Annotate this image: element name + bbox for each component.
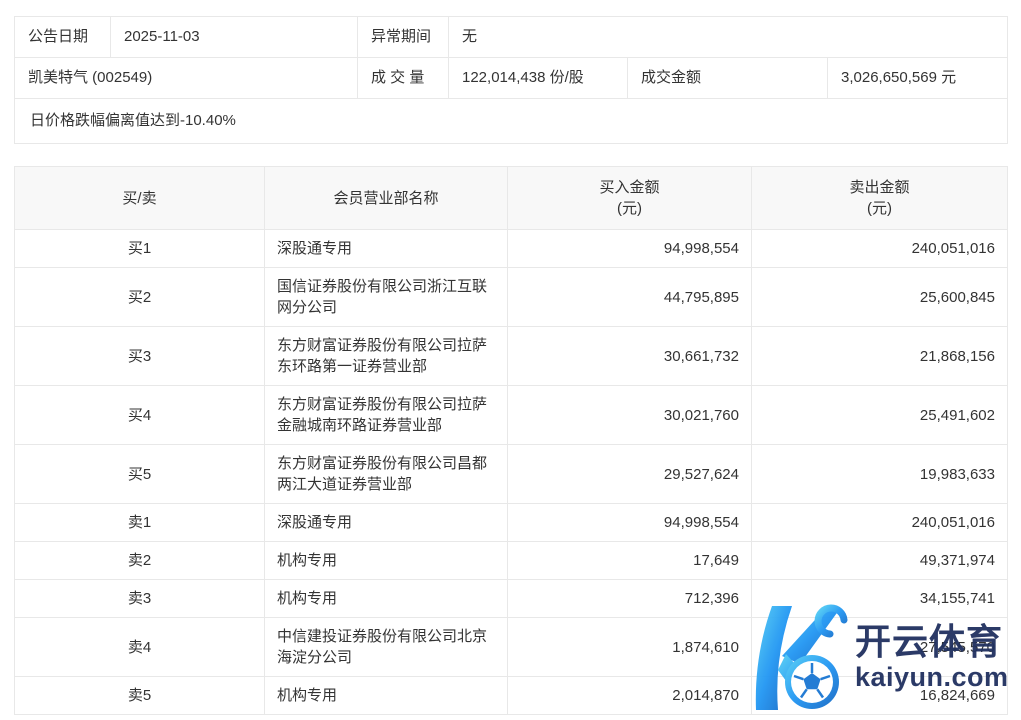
- branch-name: 国信证券股份有限公司浙江互联网分公司: [265, 268, 508, 327]
- buy-amount: 94,998,554: [508, 504, 752, 542]
- announce-date-label: 公告日期: [15, 17, 111, 58]
- header-side: 买/卖: [15, 167, 265, 230]
- table-row: 买2 国信证券股份有限公司浙江互联网分公司 44,795,895 25,600,…: [15, 268, 1008, 327]
- sell-amount: 27,545,570: [752, 618, 1008, 677]
- volume-value: 122,014,438 份/股: [449, 58, 628, 99]
- page-content: 公告日期 2025-11-03 异常期间 无 凯美特气 (002549) 成 交…: [0, 0, 1021, 715]
- sell-amount: 240,051,016: [752, 230, 1008, 268]
- sell-amount: 19,983,633: [752, 445, 1008, 504]
- branch-name: 深股通专用: [265, 230, 508, 268]
- branch-name: 东方财富证券股份有限公司拉萨东环路第一证券营业部: [265, 327, 508, 386]
- summary-table: 公告日期 2025-11-03 异常期间 无 凯美特气 (002549) 成 交…: [14, 16, 1008, 144]
- abnormal-period-value: 无: [449, 17, 1008, 58]
- table-row: 买5 东方财富证券股份有限公司昌都两江大道证券营业部 29,527,624 19…: [15, 445, 1008, 504]
- sell-amount: 25,600,845: [752, 268, 1008, 327]
- broker-table: 买/卖 会员营业部名称 买入金额 (元) 卖出金额 (元) 买1 深股通专用 9…: [14, 166, 1008, 715]
- branch-name: 中信建投证券股份有限公司北京海淀分公司: [265, 618, 508, 677]
- row-side: 买4: [15, 386, 265, 445]
- table-row: 买1 深股通专用 94,998,554 240,051,016: [15, 230, 1008, 268]
- announce-date-value: 2025-11-03: [111, 17, 358, 58]
- header-buy-label: 买入金额: [599, 179, 659, 196]
- header-branch: 会员营业部名称: [265, 167, 508, 230]
- sell-amount: 34,155,741: [752, 580, 1008, 618]
- sell-amount: 16,824,669: [752, 677, 1008, 715]
- broker-header-row: 买/卖 会员营业部名称 买入金额 (元) 卖出金额 (元): [15, 167, 1008, 230]
- sell-amount: 25,491,602: [752, 386, 1008, 445]
- buy-amount: 712,396: [508, 580, 752, 618]
- abnormal-period-label: 异常期间: [358, 17, 449, 58]
- header-sell-unit: (元): [764, 198, 995, 219]
- buy-amount: 1,874,610: [508, 618, 752, 677]
- turnover-value: 3,026,650,569 元: [828, 58, 1008, 99]
- volume-label: 成 交 量: [358, 58, 449, 99]
- stock-name: 凯美特气 (002549): [15, 58, 358, 99]
- summary-row-stock: 凯美特气 (002549) 成 交 量 122,014,438 份/股 成交金额…: [15, 58, 1008, 99]
- table-row: 买4 东方财富证券股份有限公司拉萨金融城南环路证券营业部 30,021,760 …: [15, 386, 1008, 445]
- buy-amount: 2,014,870: [508, 677, 752, 715]
- table-row: 卖5 机构专用 2,014,870 16,824,669: [15, 677, 1008, 715]
- sell-amount: 21,868,156: [752, 327, 1008, 386]
- row-side: 买5: [15, 445, 265, 504]
- buy-amount: 30,021,760: [508, 386, 752, 445]
- row-side: 卖4: [15, 618, 265, 677]
- table-row: 卖1 深股通专用 94,998,554 240,051,016: [15, 504, 1008, 542]
- row-side: 卖1: [15, 504, 265, 542]
- branch-name: 机构专用: [265, 542, 508, 580]
- buy-amount: 29,527,624: [508, 445, 752, 504]
- table-row: 卖4 中信建投证券股份有限公司北京海淀分公司 1,874,610 27,545,…: [15, 618, 1008, 677]
- branch-name: 深股通专用: [265, 504, 508, 542]
- table-row: 卖3 机构专用 712,396 34,155,741: [15, 580, 1008, 618]
- buy-amount: 30,661,732: [508, 327, 752, 386]
- header-sell-label: 卖出金额: [849, 179, 909, 196]
- row-side: 买2: [15, 268, 265, 327]
- branch-name: 东方财富证券股份有限公司拉萨金融城南环路证券营业部: [265, 386, 508, 445]
- sell-amount: 49,371,974: [752, 542, 1008, 580]
- sell-amount: 240,051,016: [752, 504, 1008, 542]
- buy-amount: 17,649: [508, 542, 752, 580]
- row-side: 卖2: [15, 542, 265, 580]
- header-sell: 卖出金额 (元): [752, 167, 1008, 230]
- table-row: 买3 东方财富证券股份有限公司拉萨东环路第一证券营业部 30,661,732 2…: [15, 327, 1008, 386]
- turnover-label: 成交金额: [628, 58, 828, 99]
- row-side: 卖5: [15, 677, 265, 715]
- buy-amount: 44,795,895: [508, 268, 752, 327]
- row-side: 买3: [15, 327, 265, 386]
- branch-name: 机构专用: [265, 677, 508, 715]
- buy-amount: 94,998,554: [508, 230, 752, 268]
- summary-row-date: 公告日期 2025-11-03 异常期间 无: [15, 17, 1008, 58]
- branch-name: 机构专用: [265, 580, 508, 618]
- table-row: 卖2 机构专用 17,649 49,371,974: [15, 542, 1008, 580]
- row-side: 买1: [15, 230, 265, 268]
- row-side: 卖3: [15, 580, 265, 618]
- summary-row-note: 日价格跌幅偏离值达到-10.40%: [15, 99, 1008, 144]
- branch-name: 东方财富证券股份有限公司昌都两江大道证券营业部: [265, 445, 508, 504]
- deviation-note: 日价格跌幅偏离值达到-10.40%: [15, 99, 1008, 144]
- header-buy: 买入金额 (元): [508, 167, 752, 230]
- header-buy-unit: (元): [520, 198, 739, 219]
